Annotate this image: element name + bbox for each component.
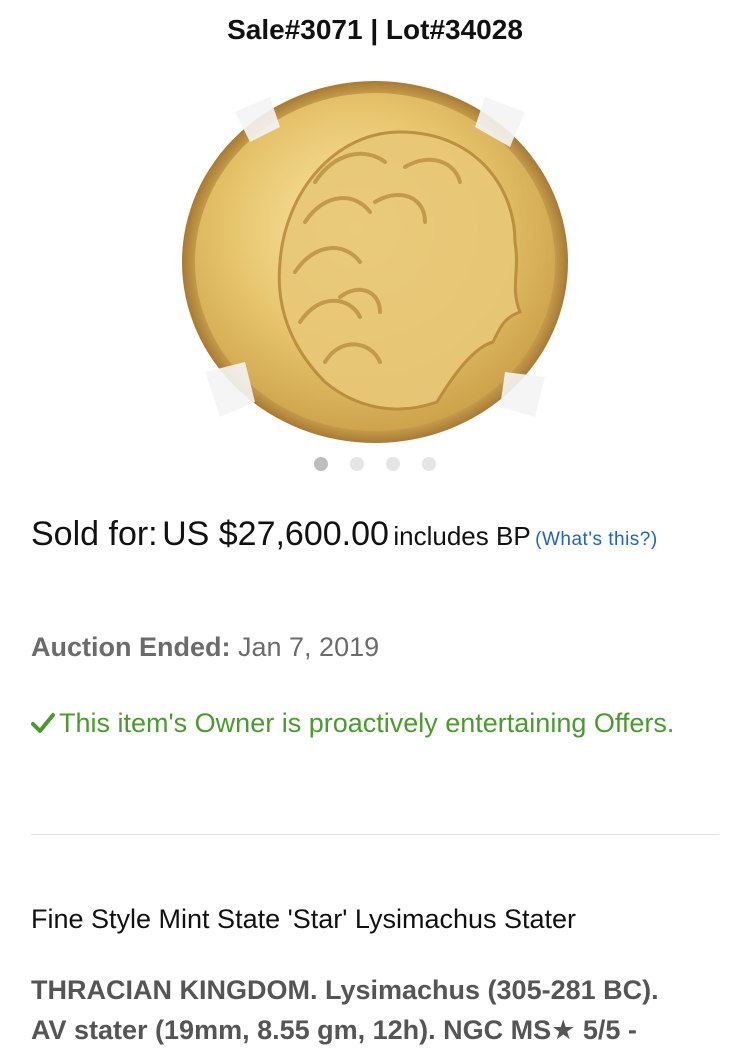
- whats-this-link[interactable]: (What's this?): [535, 529, 658, 550]
- lot-description: THRACIAN KINGDOM. Lysimachus (305-281 BC…: [31, 970, 721, 1050]
- checkmark-icon: [31, 713, 55, 733]
- coin-photo: [182, 81, 568, 443]
- lot-description-line: AV stater (19mm, 8.55 gm, 12h). NGC MS★ …: [31, 1015, 637, 1045]
- sold-label: Sold for:: [31, 515, 158, 553]
- offers-text: This item's Owner is proactively enterta…: [59, 708, 675, 738]
- price-block: Sold for: US $27,600.00 includes BP (Wha…: [31, 512, 721, 563]
- carousel-dot[interactable]: [422, 457, 436, 471]
- sold-price: US $27,600.00: [162, 515, 389, 553]
- bp-label: includes BP: [393, 521, 531, 551]
- carousel-dot[interactable]: [350, 457, 364, 471]
- divider: [31, 834, 719, 835]
- coin-image[interactable]: [175, 72, 575, 452]
- offers-notice: This item's Owner is proactively enterta…: [31, 703, 691, 744]
- carousel-dots: [0, 457, 750, 471]
- auction-ended-label: Auction Ended:: [31, 632, 231, 662]
- lot-title: Fine Style Mint State 'Star' Lysimachus …: [31, 904, 577, 934]
- page-title: Sale#3071 | Lot#34028: [227, 14, 523, 45]
- carousel-dot[interactable]: [314, 457, 328, 471]
- auction-ended: Auction Ended: Jan 7, 2019: [31, 632, 379, 663]
- lot-description-line: THRACIAN KINGDOM. Lysimachus (305-281 BC…: [31, 975, 659, 1005]
- auction-ended-date: Jan 7, 2019: [238, 632, 380, 662]
- carousel-dot[interactable]: [386, 457, 400, 471]
